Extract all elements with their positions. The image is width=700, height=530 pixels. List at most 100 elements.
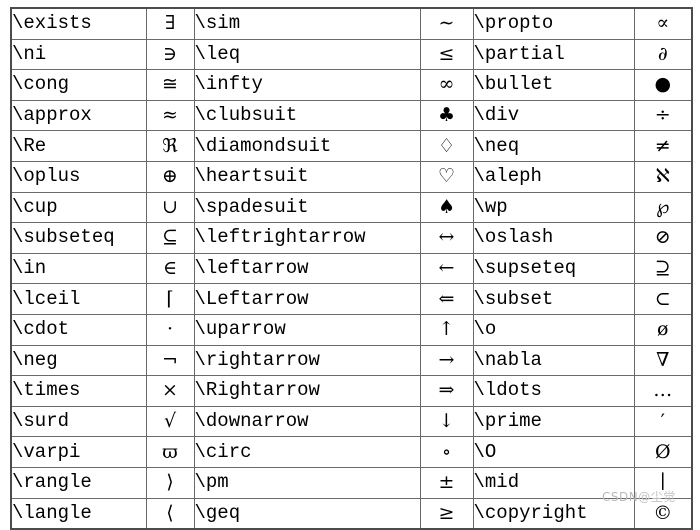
symbol-glyph-cell: ↓ [419, 405, 474, 438]
latex-command-cell: \ldots [472, 375, 635, 407]
symbol-glyph-cell: ∝ [633, 7, 693, 40]
latex-command-cell: \spadesuit [193, 191, 421, 224]
symbol-glyph: ∪ [162, 195, 178, 218]
latex-command-cell: \sim [193, 7, 421, 40]
symbol-glyph: ⟩ [166, 471, 174, 494]
latex-command-cell: \geq [193, 497, 421, 530]
symbol-glyph-cell: ⇒ [419, 375, 474, 407]
latex-command-cell: \neg [10, 344, 147, 377]
symbol-glyph-cell: ∇ [633, 344, 693, 377]
symbol-glyph-cell: ⊂ [633, 283, 693, 315]
symbol-glyph-cell: ⟨ [145, 497, 195, 530]
symbol-glyph: · [166, 318, 174, 341]
symbol-glyph-cell: × [145, 375, 195, 407]
symbol-glyph: ⊆ [162, 226, 178, 249]
symbol-glyph: ⊕ [162, 165, 178, 188]
symbol-glyph: ∣ [659, 471, 666, 494]
symbol-glyph-cell: ≅ [145, 69, 195, 101]
symbol-glyph: … [653, 379, 673, 402]
symbol-glyph-cell: ∪ [145, 191, 195, 224]
symbol-glyph-cell: ∣ [633, 466, 693, 499]
latex-command-cell: \subset [472, 283, 635, 315]
symbol-glyph-cell: ℵ [633, 160, 693, 193]
symbol-glyph: ♠ [437, 195, 456, 218]
table-row: \oplus ⊕ \heartsuit ♡ \aleph ℵ [10, 160, 693, 193]
symbol-glyph: Ø [654, 440, 671, 463]
symbol-glyph-cell: … [633, 375, 693, 407]
table-row: \subseteq ⊆ \leftrightarrow ↔ \oslash ⊘ [10, 222, 693, 254]
table-row: \cong ≅ \infty ∞ \bullet ● [10, 69, 693, 101]
symbol-glyph: ● [654, 73, 672, 96]
latex-command-cell: \cong [10, 69, 147, 101]
symbol-glyph-cell: ♠ [419, 191, 474, 224]
symbol-glyph: ≠ [654, 134, 671, 157]
table-row: \rangle ⟩ \pm ± \mid ∣ [10, 466, 693, 499]
latex-command-cell: \leftarrow [193, 252, 421, 285]
symbol-glyph: ∂ [657, 42, 668, 65]
latex-command-cell: \diamondsuit [193, 130, 421, 162]
latex-symbol-table: \exists ∃ \sim ∼ \propto ∝ \ni ∋ \leq ≤ \partial ∂ \… [10, 7, 693, 530]
symbol-glyph: ↓ [438, 410, 455, 433]
symbol-glyph-cell: ← [419, 252, 474, 285]
symbol-glyph: ± [438, 471, 455, 494]
latex-command-cell: \times [10, 375, 147, 407]
latex-command-cell: \supseteq [472, 252, 635, 285]
symbol-glyph-cell: ϖ [145, 436, 195, 468]
latex-command-cell: \leq [193, 38, 421, 71]
latex-command-cell: \nabla [472, 344, 635, 377]
latex-command-cell: \o [472, 313, 635, 346]
symbol-glyph: ↔ [438, 226, 455, 249]
symbol-glyph: ← [438, 257, 455, 280]
latex-command-cell: \heartsuit [193, 160, 421, 193]
latex-command-cell: \downarrow [193, 405, 421, 438]
symbol-glyph: ℵ [655, 165, 670, 188]
symbol-glyph: ℘ [656, 195, 670, 218]
symbol-glyph: ≥ [438, 501, 455, 524]
latex-command-cell: \partial [472, 38, 635, 71]
latex-command-cell: \propto [472, 7, 635, 40]
symbol-glyph-cell: ♣ [419, 99, 474, 132]
symbol-glyph: ⇒ [438, 379, 455, 402]
table-row: \langle ⟨ \geq ≥ \copyright © [10, 497, 693, 530]
latex-command-cell: \surd [10, 405, 147, 438]
symbol-glyph-cell: ≥ [419, 497, 474, 530]
table-row: \approx ≈ \clubsuit ♣ \div ÷ [10, 99, 693, 132]
symbol-glyph: ϖ [162, 440, 178, 463]
symbol-glyph: ø [657, 318, 669, 341]
latex-command-cell: \div [472, 99, 635, 132]
symbol-glyph: ∈ [162, 257, 178, 280]
symbol-glyph-cell: ⊇ [633, 252, 693, 285]
table-row: \times × \Rightarrow ⇒ \ldots… [10, 375, 693, 407]
symbol-glyph-cell: ↑ [419, 313, 474, 346]
symbol-glyph: ∘ [441, 440, 452, 463]
symbol-glyph: ♣ [437, 104, 456, 127]
symbol-glyph-cell: ● [633, 69, 693, 101]
symbol-glyph: ⊂ [654, 287, 671, 310]
latex-command-cell: \langle [10, 497, 147, 530]
latex-command-cell: \Leftarrow [193, 283, 421, 315]
symbol-glyph-cell: ′ [633, 405, 693, 438]
symbol-glyph-cell: ♡ [419, 160, 474, 193]
table-row: \neg ¬ \rightarrow → \nabla ∇ [10, 344, 693, 377]
symbol-glyph: ∞ [438, 73, 455, 96]
symbol-glyph: ⌈ [166, 287, 174, 310]
latex-command-cell: \clubsuit [193, 99, 421, 132]
latex-command-cell: \leftrightarrow [193, 222, 421, 254]
symbol-glyph-cell: ø [633, 313, 693, 346]
symbol-glyph: → [438, 348, 455, 371]
latex-command-cell: \oslash [472, 222, 635, 254]
latex-command-cell: \rangle [10, 466, 147, 499]
symbol-glyph-cell: ℘ [633, 191, 693, 224]
symbol-glyph: ∋ [162, 42, 178, 65]
symbol-glyph-cell: ⊘ [633, 222, 693, 254]
latex-command-cell: \mid [472, 466, 635, 499]
latex-command-cell: \neq [472, 130, 635, 162]
latex-command-cell: \ni [10, 38, 147, 71]
symbol-glyph-cell: Ø [633, 436, 693, 468]
latex-command-cell: \approx [10, 99, 147, 132]
symbol-glyph-cell: ↔ [419, 222, 474, 254]
latex-command-cell: \cdot [10, 313, 147, 346]
symbol-glyph: ⊘ [654, 226, 671, 249]
symbol-glyph: ∼ [438, 12, 455, 35]
symbol-glyph: ∇ [656, 348, 670, 371]
